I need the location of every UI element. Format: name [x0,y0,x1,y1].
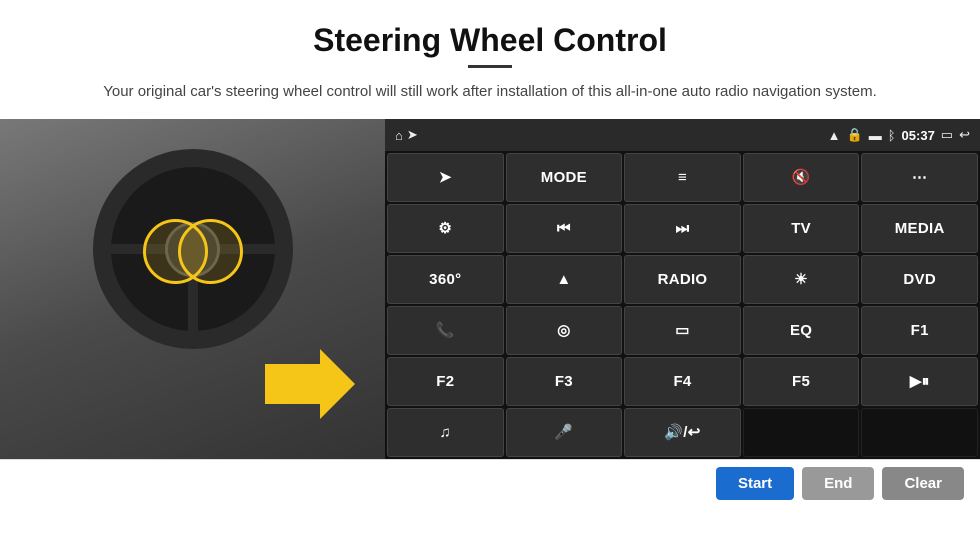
bt-icon: ᛒ [888,128,896,143]
status-time: 05:37 [902,128,935,143]
control-button-r5c4[interactable]: F5 [743,357,860,406]
btn-label-r5c2: F3 [555,373,573,391]
send-icon[interactable]: ➤ [407,127,418,143]
control-button-r5c2[interactable]: F3 [506,357,623,406]
btn-label-r1c3: ≡ [678,169,687,187]
btn-label-r3c1: 360° [429,271,461,289]
control-button-r3c2[interactable]: ▲ [506,255,623,304]
control-button-r4c2[interactable]: ◎ [506,306,623,355]
control-button-r2c4[interactable]: TV [743,204,860,253]
control-button-r1c2[interactable]: MODE [506,153,623,202]
wifi-icon: ▲ [828,128,841,143]
btn-label-r5c5: ▶⏸ [910,373,930,391]
control-button-r4c5[interactable]: F1 [861,306,978,355]
control-button-r1c4[interactable]: 🔇 [743,153,860,202]
bottom-bar: Start End Clear [0,459,980,507]
subtitle: Your original car's steering wheel contr… [0,80,980,103]
control-button-r2c1[interactable]: ⚙ [387,204,504,253]
btn-label-r1c1: ➤ [439,169,452,187]
btn-label-r1c5: ⋯ [912,169,927,187]
car-image [0,119,385,459]
control-button-r3c5[interactable]: DVD [861,255,978,304]
control-button-r1c5[interactable]: ⋯ [861,153,978,202]
btn-label-r4c2: ◎ [557,322,570,340]
control-button-r5c3[interactable]: F4 [624,357,741,406]
control-button-r3c1[interactable]: 360° [387,255,504,304]
btn-label-r4c5: F1 [911,322,929,340]
btn-label-r2c1: ⚙ [438,220,452,238]
control-button-r3c4[interactable]: ☀ [743,255,860,304]
start-button[interactable]: Start [716,467,794,500]
control-button-r1c1[interactable]: ➤ [387,153,504,202]
control-button-r6c4[interactable] [743,408,860,457]
home-icon[interactable]: ⌂ [395,128,403,143]
circle-highlight-right [178,219,243,284]
status-right: ▲ 🔒 ▬ ᛒ 05:37 ▭ ↩ [828,127,970,143]
sim-icon: ▬ [869,128,882,143]
button-grid: ➤ MODE ≡ 🔇 ⋯ ⚙ ⏮ ⏭ TV MEDIA 360° ▲ RADIO ☀ DVD 📞 ◎ ▭ EQ F1 F… [385,151,980,459]
btn-label-r5c4: F5 [792,373,810,391]
btn-label-r6c1: ♫ [440,424,452,442]
status-bar: ⌂ ➤ ▲ 🔒 ▬ ᛒ 05:37 ▭ ↩ [385,119,980,151]
status-left: ⌂ ➤ [395,127,418,143]
btn-label-r1c2: MODE [541,169,587,187]
control-button-r1c3[interactable]: ≡ [624,153,741,202]
control-button-r5c5[interactable]: ▶⏸ [861,357,978,406]
clear-button[interactable]: Clear [882,467,964,500]
btn-label-r4c3: ▭ [675,322,689,340]
btn-label-r6c2: 🎤 [554,424,573,442]
control-button-r4c3[interactable]: ▭ [624,306,741,355]
steering-wheel-bg [0,119,385,459]
title-divider [468,65,512,68]
btn-label-r1c4: 🔇 [792,169,811,187]
wheel-wrapper [93,149,293,349]
btn-label-r5c1: F2 [436,373,454,391]
control-button-r3c3[interactable]: RADIO [624,255,741,304]
btn-label-r3c3: RADIO [658,271,708,289]
btn-label-r2c2: ⏮ [557,220,571,238]
screen-mirror-icon[interactable]: ▭ [941,127,953,143]
control-button-r6c2[interactable]: 🎤 [506,408,623,457]
control-button-r2c2[interactable]: ⏮ [506,204,623,253]
btn-label-r5c3: F4 [673,373,691,391]
control-button-r6c5[interactable] [861,408,978,457]
btn-label-r2c5: MEDIA [895,220,945,238]
control-button-r6c3[interactable]: 🔊/↩ [624,408,741,457]
back-icon[interactable]: ↩ [959,127,970,143]
control-button-r4c4[interactable]: EQ [743,306,860,355]
control-button-r2c3[interactable]: ⏭ [624,204,741,253]
btn-label-r4c1: 📞 [436,322,455,340]
btn-label-r2c4: TV [791,220,811,238]
btn-label-r6c3: 🔊/↩ [664,424,700,442]
control-button-r5c1[interactable]: F2 [387,357,504,406]
control-button-r6c1[interactable]: ♫ [387,408,504,457]
control-button-r4c1[interactable]: 📞 [387,306,504,355]
btn-label-r2c3: ⏭ [676,220,690,238]
page-title: Steering Wheel Control [0,0,980,65]
control-panel: ⌂ ➤ ▲ 🔒 ▬ ᛒ 05:37 ▭ ↩ ➤ MODE ≡ 🔇 ⋯ ⚙ ⏮ ⏭ TV MEDIA… [385,119,980,459]
main-content: ⌂ ➤ ▲ 🔒 ▬ ᛒ 05:37 ▭ ↩ ➤ MODE ≡ 🔇 ⋯ ⚙ ⏮ ⏭ TV MEDIA… [0,119,980,459]
arrow-indicator [265,349,355,424]
btn-label-r4c4: EQ [790,322,812,340]
btn-label-r3c2: ▲ [556,271,571,289]
lock-icon: 🔒 [847,127,863,143]
end-button[interactable]: End [802,467,874,500]
btn-label-r3c5: DVD [903,271,936,289]
control-button-r2c5[interactable]: MEDIA [861,204,978,253]
btn-label-r3c4: ☀ [794,271,808,289]
